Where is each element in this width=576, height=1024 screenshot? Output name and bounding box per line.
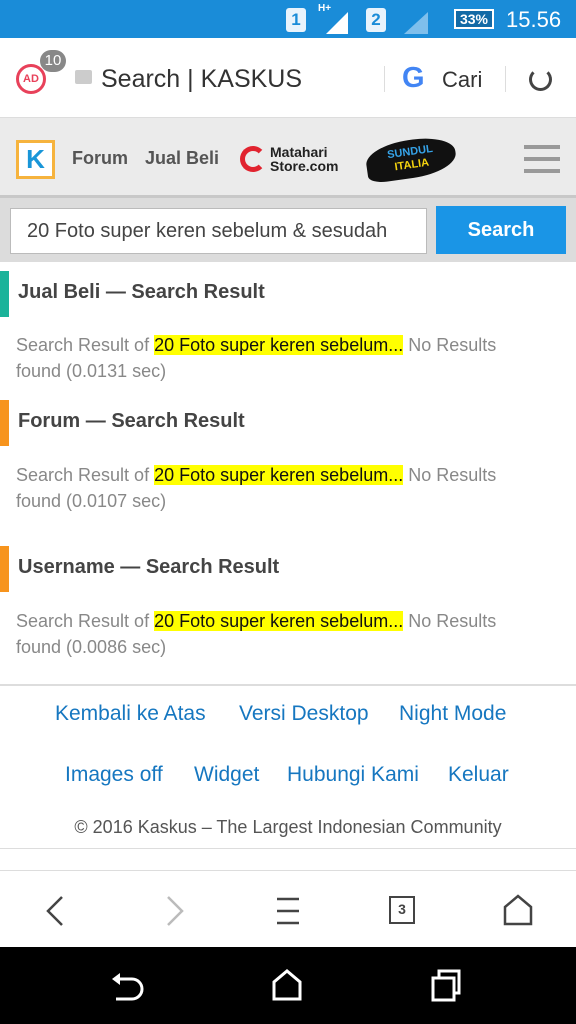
clock: 15.56: [506, 7, 562, 32]
footer-link-widget[interactable]: Widget: [194, 763, 259, 787]
footer-link-night-mode[interactable]: Night Mode: [399, 702, 506, 726]
page-title[interactable]: Search | KASKUS: [101, 65, 302, 94]
section-marker: [0, 400, 9, 446]
sundul-italia-banner[interactable]: SUNDUL ITALIA: [363, 133, 459, 185]
footer-link-images-off[interactable]: Images off: [65, 763, 163, 787]
footer-link-desktop[interactable]: Versi Desktop: [239, 702, 369, 726]
footer-link-contact[interactable]: Hubungi Kami: [287, 763, 419, 787]
adblock-count-badge: 10: [40, 50, 66, 72]
system-home-icon[interactable]: [272, 969, 302, 1001]
sim1-icon: 1: [286, 8, 306, 32]
result-text: Search Result of 20 Foto super keren seb…: [16, 465, 497, 511]
section-title: Forum — Search Result: [18, 410, 245, 432]
lock-icon: [75, 70, 92, 84]
signal-icon: [326, 12, 348, 34]
forward-icon[interactable]: [162, 895, 186, 927]
section-marker: [0, 546, 9, 592]
status-bar: 1 H+ 2 33% 15.56: [0, 0, 576, 38]
query-highlight: 20 Foto super keren sebelum...: [154, 335, 404, 355]
divider: [0, 684, 576, 686]
copyright: © 2016 Kaskus – The Largest Indonesian C…: [74, 817, 502, 837]
query-highlight: 20 Foto super keren sebelum...: [154, 611, 404, 631]
kaskus-logo[interactable]: K: [16, 140, 55, 179]
reload-icon[interactable]: [529, 68, 552, 91]
google-icon[interactable]: G: [402, 62, 425, 95]
footer-link-back-to-top[interactable]: Kembali ke Atas: [55, 702, 206, 726]
matahari-store-link[interactable]: Matahari Store.com: [270, 145, 338, 173]
search-button[interactable]: Search: [436, 206, 566, 254]
result-text: Search Result of 20 Foto super keren seb…: [16, 611, 497, 657]
footer-link-logout[interactable]: Keluar: [448, 763, 509, 787]
matahari-logo-icon: [240, 146, 266, 172]
adblock-icon[interactable]: AD: [16, 64, 46, 94]
menu-icon[interactable]: [275, 896, 301, 926]
browser-address-bar: AD 10 Search | KASKUS G Cari: [0, 38, 576, 118]
browser-bottom-nav: 3: [0, 870, 576, 947]
system-back-icon[interactable]: [110, 971, 146, 1003]
google-search-button[interactable]: Cari: [442, 67, 482, 93]
query-highlight: 20 Foto super keren sebelum...: [154, 465, 404, 485]
system-nav-bar: [0, 947, 576, 1024]
recent-apps-icon[interactable]: [431, 969, 463, 1003]
result-text: Search Result of 20 Foto super keren seb…: [16, 335, 497, 381]
section-title: Username — Search Result: [18, 556, 280, 578]
section-title: Jual Beli — Search Result: [18, 281, 265, 303]
search-input[interactable]: [10, 208, 427, 254]
hamburger-menu-icon[interactable]: [524, 145, 560, 173]
nav-jual-beli[interactable]: Jual Beli: [145, 148, 219, 169]
nav-forum[interactable]: Forum: [72, 148, 128, 169]
back-icon[interactable]: [44, 895, 68, 927]
sim2-icon: 2: [366, 8, 386, 32]
tabs-button[interactable]: 3: [389, 896, 415, 924]
section-marker: [0, 271, 9, 317]
kaskus-nav: K Forum Jual Beli Matahari Store.com SUND…: [0, 118, 576, 198]
home-icon[interactable]: [503, 894, 533, 926]
battery-icon: 33%: [454, 9, 494, 29]
signal-weak-icon: [404, 12, 428, 34]
search-row: Search: [0, 198, 576, 262]
